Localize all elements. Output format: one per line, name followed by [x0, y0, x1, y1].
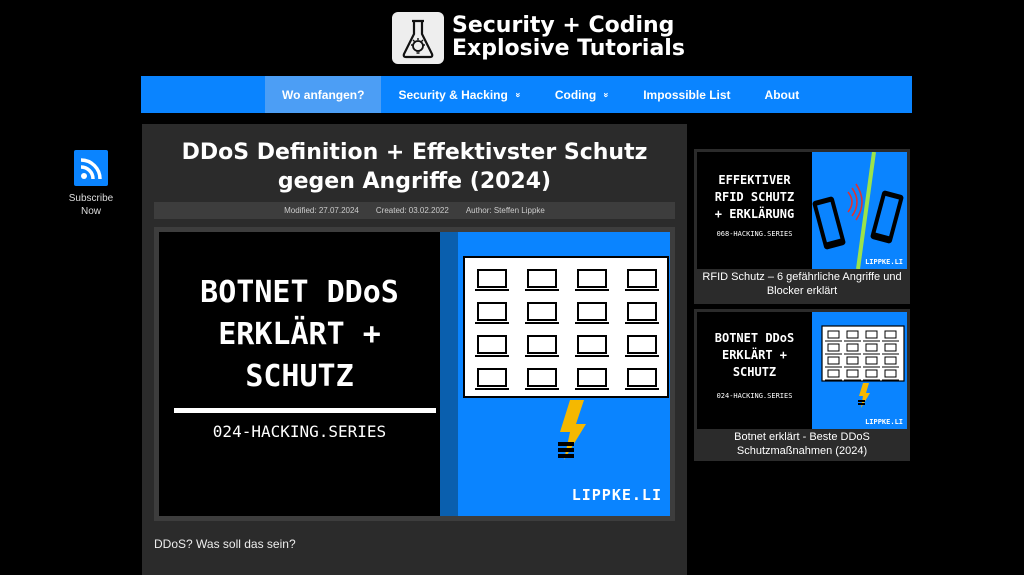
- botnet-laptops-icon: [463, 256, 669, 460]
- nav-item-label: Impossible List: [643, 87, 731, 102]
- thumbnail-series: 068-HACKING.SERIES: [716, 230, 793, 238]
- hero-text-panel: BOTNET DDoS ERKLÄRT + SCHUTZ 024-HACKING…: [159, 232, 440, 516]
- hero-image: BOTNET DDoS ERKLÄRT + SCHUTZ 024-HACKING…: [154, 227, 675, 521]
- post-caption[interactable]: Botnet erklärt - Beste DDoS Schutzmaßnah…: [694, 430, 910, 458]
- hero-divider: [174, 408, 436, 413]
- hero-line3: SCHUTZ: [245, 359, 354, 394]
- post-thumbnail[interactable]: BOTNET DDoS ERKLÄRT + SCHUTZ 024-HACKING…: [697, 312, 907, 429]
- article-title-line2: gegen Angriffe (2024): [277, 169, 552, 194]
- related-post-card[interactable]: BOTNET DDoS ERKLÄRT + SCHUTZ 024-HACKING…: [694, 309, 910, 461]
- thumbnail-text-panel: EFFEKTIVER RFID SCHUTZ + ERKLÄRUNG 068-H…: [697, 152, 812, 269]
- rss-icon[interactable]: [74, 150, 108, 186]
- nav-item-wo-anfangen[interactable]: Wo anfangen?: [265, 76, 382, 113]
- modified-date: Modified: 27.07.2024: [284, 206, 359, 215]
- nav-item-label: Coding: [554, 87, 597, 102]
- chevron-down-icon: »: [601, 91, 612, 98]
- thumbnail-line2: RFID SCHUTZ: [714, 190, 795, 204]
- flask-logo-icon[interactable]: [392, 12, 444, 64]
- thumbnail-headline: EFFEKTIVER RFID SCHUTZ + ERKLÄRUNG: [697, 172, 812, 223]
- article-title-line1: DDoS Definition + Effektivster Schutz: [181, 140, 648, 165]
- thumbnail-brand: LIPPKE.LI: [865, 418, 903, 426]
- thumbnail-brand: LIPPKE.LI: [865, 258, 903, 266]
- hero-graphic-panel: LIPPKE.LI: [440, 232, 670, 516]
- article-title: DDoS Definition + Effektivster Schutz ge…: [142, 138, 687, 196]
- nav-item-label: About: [764, 87, 800, 102]
- thumbnail-headline: BOTNET DDoS ERKLÄRT + SCHUTZ: [697, 330, 812, 381]
- hero-brand: LIPPKE.LI: [571, 486, 662, 504]
- article-card: DDoS Definition + Effektivster Schutz ge…: [142, 124, 687, 575]
- thumbnail-line1: BOTNET DDoS: [714, 331, 795, 345]
- subscribe-widget[interactable]: Subscribe Now: [62, 150, 120, 218]
- rfid-phones-graphic: LIPPKE.LI: [812, 152, 907, 269]
- author: Author: Steffen Lippke: [465, 206, 545, 215]
- nav-item-coding[interactable]: Coding »: [538, 76, 626, 113]
- post-caption[interactable]: RFID Schutz – 6 gefährliche Angriffe und…: [694, 270, 910, 298]
- nav-item-impossible-list[interactable]: Impossible List: [626, 76, 747, 113]
- created-date: Created: 03.02.2022: [375, 206, 449, 215]
- nav-item-about[interactable]: About: [748, 76, 817, 113]
- hero-graphic-background: LIPPKE.LI: [458, 232, 670, 516]
- subscribe-label-line2: Now: [80, 206, 101, 217]
- thumbnail-line3: + ERKLÄRUNG: [714, 207, 795, 221]
- thumbnail-line3: SCHUTZ: [732, 365, 777, 379]
- hero-line2: ERKLÄRT +: [218, 317, 381, 352]
- article-meta-bar: Modified: 27.07.2024 Created: 03.02.2022…: [154, 202, 675, 219]
- thumbnail-series: 024-HACKING.SERIES: [716, 392, 793, 400]
- post-thumbnail[interactable]: EFFEKTIVER RFID SCHUTZ + ERKLÄRUNG 068-H…: [697, 152, 907, 269]
- chevron-down-icon: »: [513, 91, 524, 98]
- site-title-line1: Security + Coding: [452, 13, 675, 38]
- thumbnail-text-panel: BOTNET DDoS ERKLÄRT + SCHUTZ 024-HACKING…: [697, 312, 812, 429]
- main-nav: Wo anfangen? Security & Hacking » Coding…: [141, 76, 912, 113]
- hero-series: 024-HACKING.SERIES: [212, 422, 387, 441]
- subscribe-label-line1: Subscribe: [68, 193, 114, 204]
- site-title-line2: Explosive Tutorials: [452, 36, 685, 61]
- article-intro: DDoS? Was soll das sein?: [154, 537, 296, 551]
- site-header: Security + Coding Explosive Tutorials: [0, 0, 1024, 76]
- site-title[interactable]: Security + Coding Explosive Tutorials: [452, 14, 685, 60]
- hero-headline: BOTNET DDoS ERKLÄRT + SCHUTZ: [159, 272, 440, 398]
- thumbnail-line1: EFFEKTIVER: [718, 173, 791, 187]
- subscribe-label[interactable]: Subscribe Now: [62, 192, 120, 218]
- nav-item-label: Security & Hacking: [398, 87, 508, 102]
- thumbnail-line2: ERKLÄRT +: [721, 348, 788, 362]
- nav-item-label: Wo anfangen?: [282, 87, 365, 102]
- related-post-card[interactable]: EFFEKTIVER RFID SCHUTZ + ERKLÄRUNG 068-H…: [694, 149, 910, 304]
- botnet-graphic: LIPPKE.LI: [812, 312, 907, 429]
- nav-item-security-hacking[interactable]: Security & Hacking »: [381, 76, 537, 113]
- hero-line1: BOTNET DDoS: [200, 275, 399, 310]
